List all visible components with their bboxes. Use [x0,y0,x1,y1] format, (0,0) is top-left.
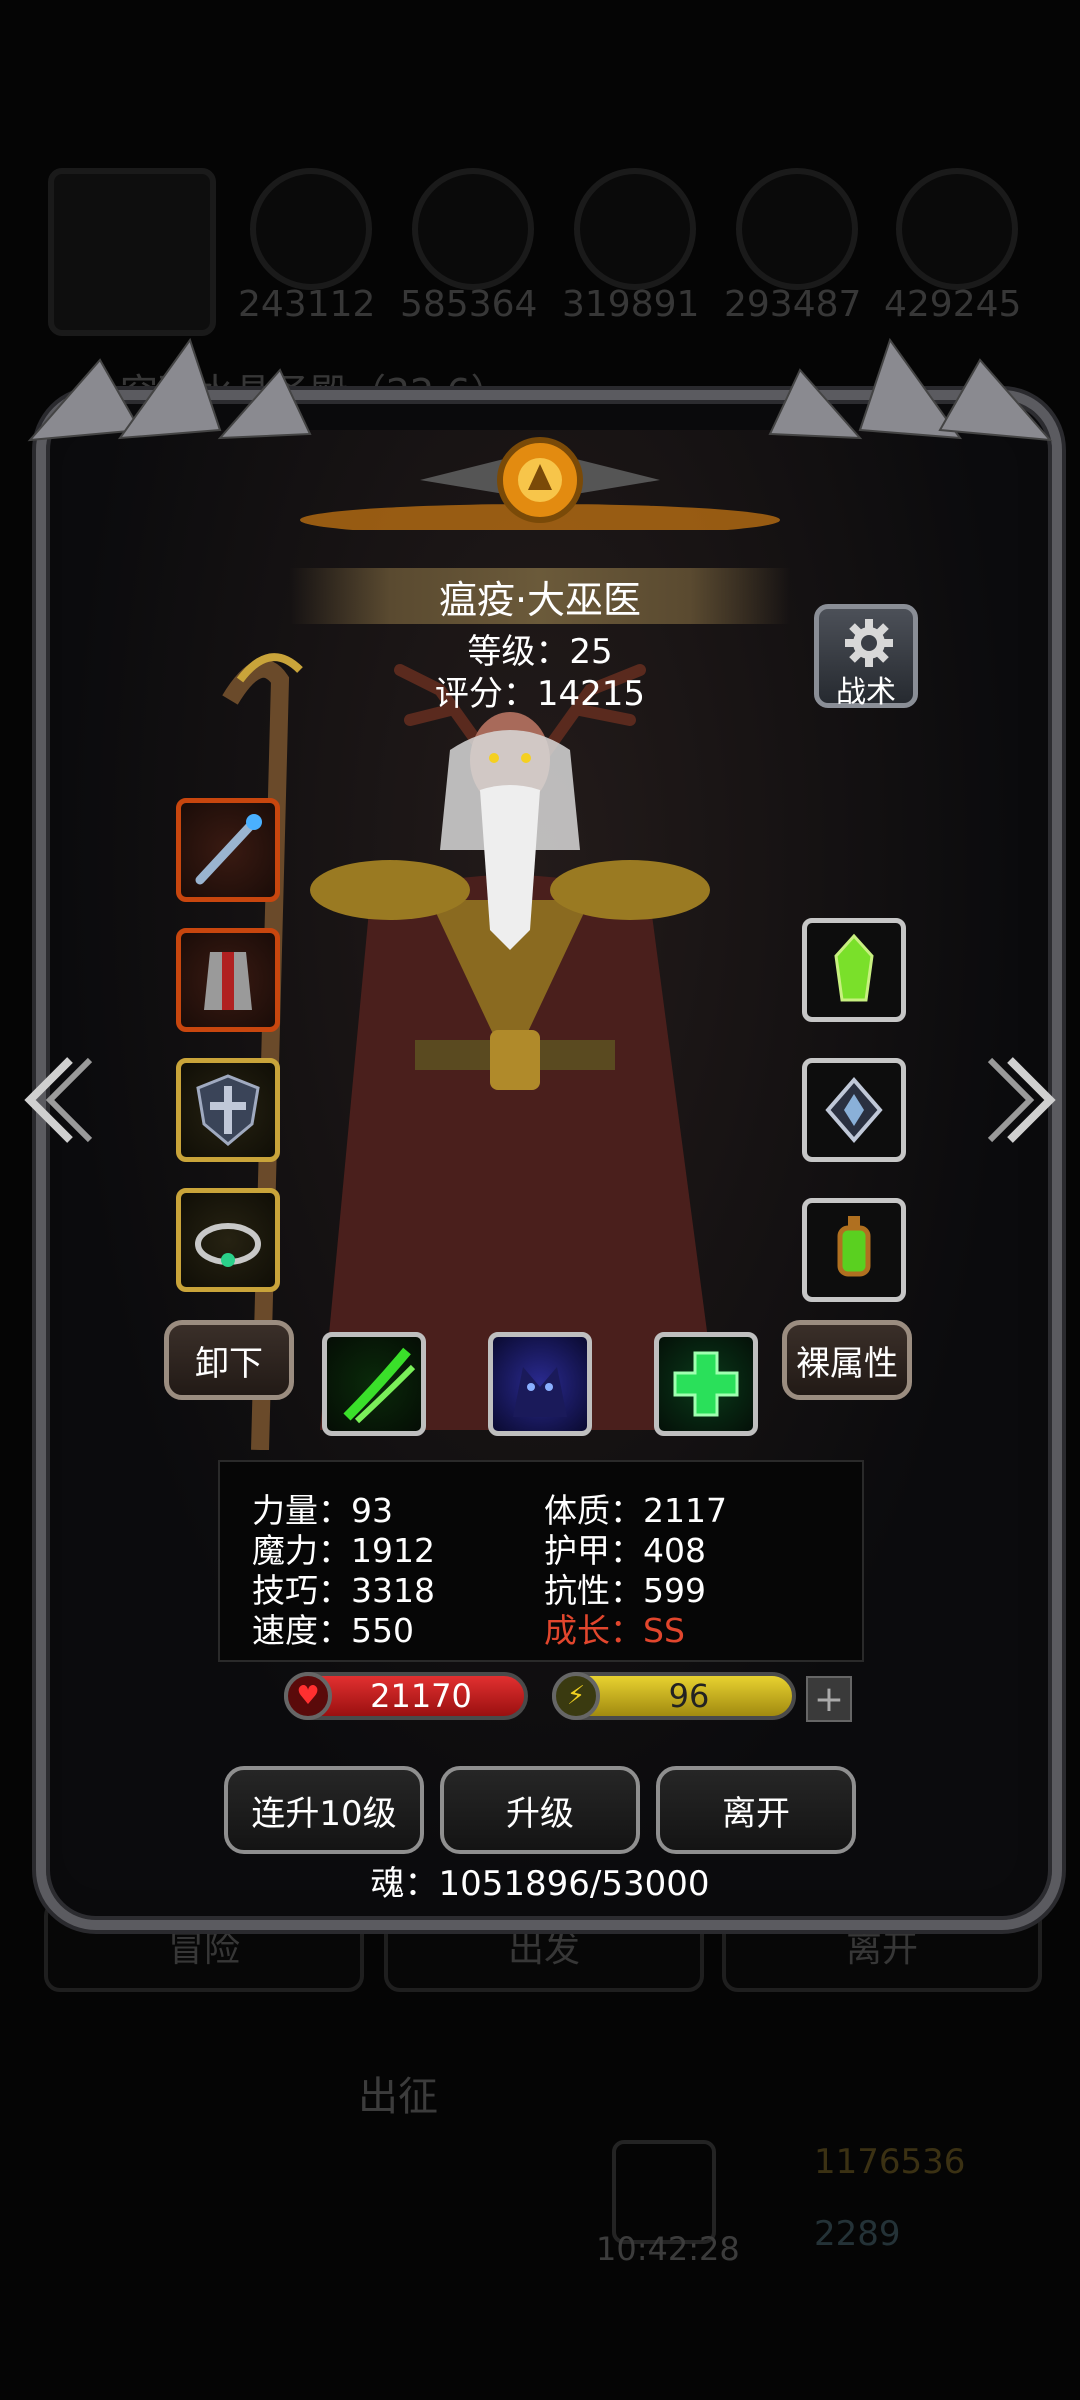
resource-count-5: 429245 [884,284,1022,325]
skill-slot-2[interactable] [488,1332,592,1436]
gold-count: 1176536 [814,2142,966,2182]
resource-count-2: 585364 [400,284,538,325]
unequip-button[interactable]: 卸下 [164,1320,294,1400]
stat-growth: 成长：SS [544,1611,685,1650]
green-claw-icon [343,1347,416,1424]
shield-icon [196,1074,260,1146]
equip-slot-lantern[interactable] [802,1198,906,1302]
heart-icon: ♥ [284,1672,332,1720]
hp-value: 21170 [370,1677,472,1715]
expedition-label: 出征 [358,2074,438,2120]
top-emblem-ornament [300,437,780,530]
gem-count: 2289 [814,2214,901,2254]
heal-cross-icon [673,1351,739,1417]
hero-name: 瘟疫·大巫医 [290,568,790,624]
next-hero-arrow-icon[interactable] [986,1052,1066,1148]
gear-icon [845,619,893,667]
leave-button[interactable]: 离开 [656,1766,856,1854]
ring-icon [195,1223,261,1267]
staff-icon [195,814,262,885]
equip-slot-emblem[interactable] [802,1058,906,1162]
equip-slot-weapon[interactable] [176,798,280,902]
equip-slot-armor[interactable] [176,928,280,1032]
stat-speed: 速度：550 [252,1611,414,1650]
emblem-icon [825,1076,883,1144]
gift-icon [612,2140,716,2244]
resource-slot-3 [574,168,696,290]
soul-counter: 魂：1051896/53000 [370,1864,710,1904]
base-attributes-button[interactable]: 裸属性 [782,1320,912,1400]
resource-count-4: 293487 [724,284,862,325]
equip-slot-ring[interactable] [176,1188,280,1292]
tactics-label: 战术 [836,675,896,710]
resource-slot-2 [412,168,534,290]
skill-slot-1[interactable] [322,1332,426,1436]
lightning-icon: ⚡ [552,1672,600,1720]
add-energy-button[interactable]: + [806,1676,852,1722]
previous-hero-arrow-icon[interactable] [14,1052,94,1148]
resource-slot-5 [896,168,1018,290]
level-up-10-button[interactable]: 连升10级 [224,1766,424,1854]
equip-slot-shield[interactable] [176,1058,280,1162]
background-portrait [48,168,216,336]
resource-slot-1 [250,168,372,290]
resource-count-3: 319891 [562,284,700,325]
tactics-button[interactable]: 战术 [814,604,918,710]
energy-value: 96 [668,1677,710,1715]
shadow-beast-icon [513,1367,567,1417]
resource-count-1: 243112 [238,284,376,325]
clock-text: 10:42:28 [596,2230,740,2268]
hero-score: 评分：14215 [434,674,646,714]
equip-slot-crystal[interactable] [802,918,906,1022]
lantern-icon [837,1216,871,1277]
level-up-button[interactable]: 升级 [440,1766,640,1854]
resource-slot-4 [736,168,858,290]
skill-slot-3[interactable] [654,1332,758,1436]
chest-armor-icon [204,952,252,1010]
green-crystal-icon [834,933,874,1002]
